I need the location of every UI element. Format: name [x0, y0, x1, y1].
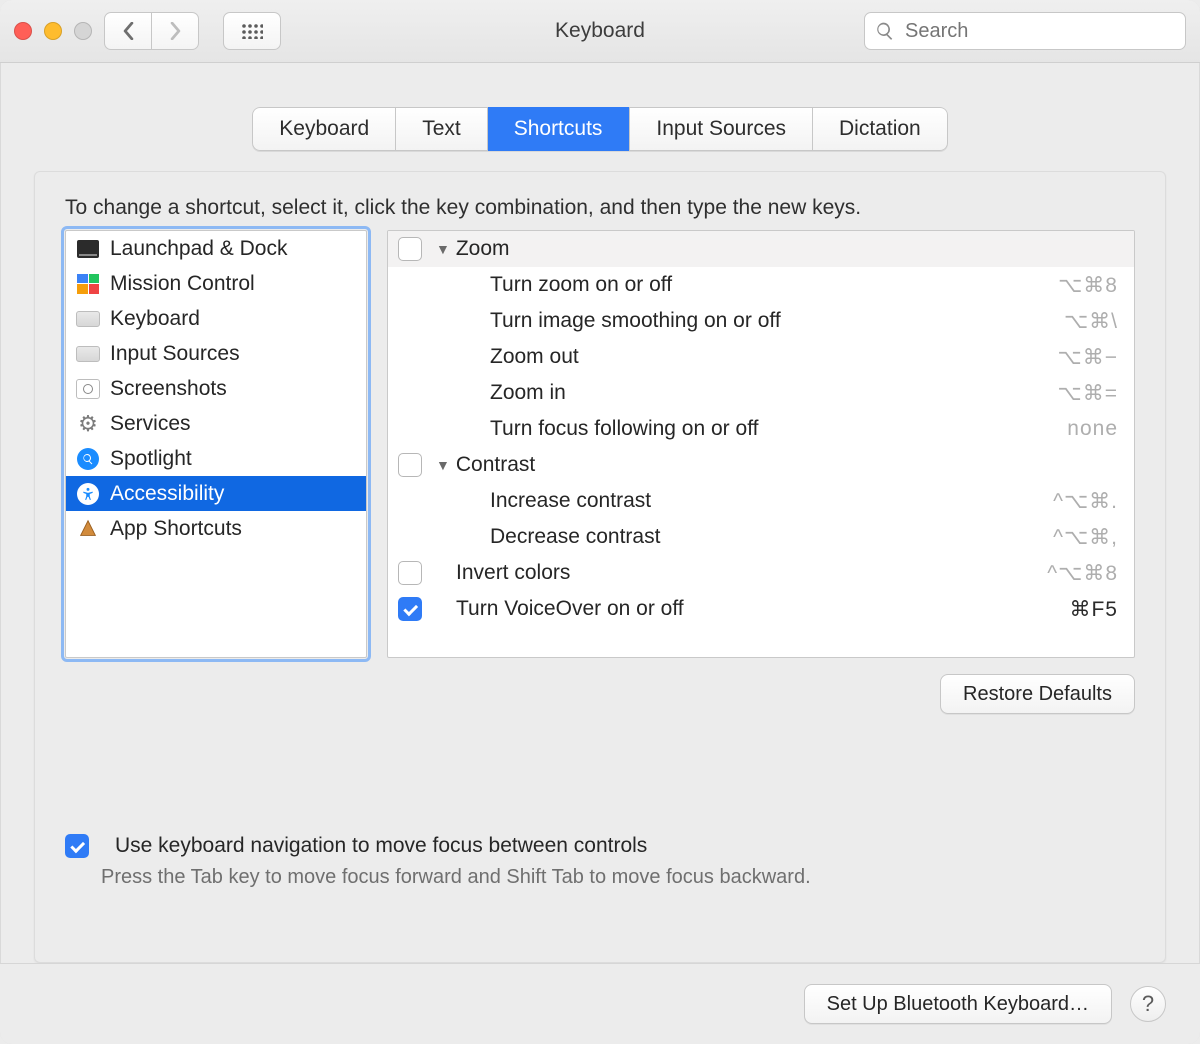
shortcut-row[interactable]: Increase contrast^⌥⌘.: [388, 483, 1134, 519]
shortcut-keys[interactable]: ⌥⌘−: [1058, 345, 1118, 370]
shortcut-label: Zoom out: [434, 345, 1058, 369]
keyboard-navigation-description: Press the Tab key to move focus forward …: [101, 866, 1135, 889]
category-keyboard[interactable]: Keyboard: [66, 301, 366, 336]
shortcut-row[interactable]: Turn image smoothing on or off⌥⌘\: [388, 303, 1134, 339]
shortcut-keys[interactable]: ^⌥⌘8: [1047, 561, 1118, 586]
preferences-window: Keyboard KeyboardTextShortcutsInput Sour…: [0, 0, 1200, 1044]
category-list[interactable]: Launchpad & Dock Mission Control Keyboard I…: [65, 230, 367, 658]
close-window-button[interactable]: [14, 22, 32, 40]
category-screenshots[interactable]: Screenshots: [66, 371, 366, 406]
tab-dictation[interactable]: Dictation: [813, 107, 948, 151]
shortcut-row[interactable]: Invert colors^⌥⌘8: [388, 555, 1134, 591]
keyboard-navigation-section: Use keyboard navigation to move focus be…: [65, 834, 1135, 889]
tab-bar: KeyboardTextShortcutsInput SourcesDictat…: [0, 63, 1200, 151]
spotlight-icon: [76, 447, 100, 471]
group-checkbox[interactable]: [398, 237, 422, 261]
shortcut-keys[interactable]: ⌘F5: [1069, 597, 1118, 622]
category-mission-control[interactable]: Mission Control: [66, 266, 366, 301]
instruction-text: To change a shortcut, select it, click t…: [65, 196, 1135, 220]
category-input-sources[interactable]: Input Sources: [66, 336, 366, 371]
keyboard-icon: [76, 342, 100, 366]
tab-text[interactable]: Text: [396, 107, 488, 151]
shortcut-keys[interactable]: ⌥⌘\: [1064, 309, 1118, 334]
shortcut-keys[interactable]: ⌥⌘=: [1058, 381, 1118, 406]
tab-shortcuts[interactable]: Shortcuts: [488, 107, 630, 151]
search-icon: [875, 21, 895, 41]
shortcut-row[interactable]: Turn focus following on or offnone: [388, 411, 1134, 447]
zoom-window-button[interactable]: [74, 22, 92, 40]
category-label: Keyboard: [110, 307, 200, 331]
keyboard-navigation-label: Use keyboard navigation to move focus be…: [115, 834, 647, 858]
launchpad-icon: [76, 237, 100, 261]
shortcut-group-zoom[interactable]: ▼ Zoom: [388, 231, 1134, 267]
category-label: Spotlight: [110, 447, 192, 471]
category-app-shortcuts[interactable]: App Shortcuts: [66, 511, 366, 546]
category-label: Mission Control: [110, 272, 255, 296]
disclosure-triangle-icon[interactable]: ▼: [436, 241, 450, 257]
shortcut-label: Invert colors: [456, 561, 1047, 585]
lists-row: Launchpad & Dock Mission Control Keyboard I…: [65, 230, 1135, 658]
category-launchpad-dock[interactable]: Launchpad & Dock: [66, 231, 366, 266]
shortcut-keys[interactable]: ^⌥⌘,: [1053, 525, 1118, 550]
shortcut-group-contrast[interactable]: ▼ Contrast: [388, 447, 1134, 483]
keyboard-icon: [76, 307, 100, 331]
shortcut-label: Turn zoom on or off: [434, 273, 1058, 297]
restore-defaults-label: Restore Defaults: [963, 683, 1112, 706]
shortcut-row[interactable]: Turn VoiceOver on or off⌘F5: [388, 591, 1134, 627]
app-icon: [76, 517, 100, 541]
category-label: Launchpad & Dock: [110, 237, 287, 261]
shortcuts-pane: To change a shortcut, select it, click t…: [34, 171, 1166, 963]
shortcut-checkbox[interactable]: [398, 561, 422, 585]
setup-bluetooth-label: Set Up Bluetooth Keyboard…: [827, 993, 1089, 1016]
search-field[interactable]: [864, 12, 1186, 50]
shortcut-keys[interactable]: ^⌥⌘.: [1053, 489, 1118, 514]
shortcut-row[interactable]: Decrease contrast^⌥⌘,: [388, 519, 1134, 555]
back-button[interactable]: [104, 12, 152, 50]
category-label: App Shortcuts: [110, 517, 242, 541]
category-services[interactable]: ⚙︎ Services: [66, 406, 366, 441]
titlebar: Keyboard: [0, 0, 1200, 63]
category-label: Accessibility: [110, 482, 224, 506]
forward-button[interactable]: [152, 12, 199, 50]
screenshot-icon: [76, 377, 100, 401]
search-input[interactable]: [903, 19, 1175, 44]
minimize-window-button[interactable]: [44, 22, 62, 40]
footer: Set Up Bluetooth Keyboard… ?: [0, 963, 1200, 1044]
gear-icon: ⚙︎: [76, 412, 100, 436]
category-label: Screenshots: [110, 377, 227, 401]
shortcut-keys[interactable]: none: [1067, 417, 1118, 441]
category-label: Input Sources: [110, 342, 240, 366]
tab-input-sources[interactable]: Input Sources: [629, 107, 813, 151]
mission-control-icon: [76, 272, 100, 296]
shortcut-checkbox[interactable]: [398, 597, 422, 621]
shortcut-list[interactable]: ▼ZoomTurn zoom on or off⌥⌘8Turn image sm…: [387, 230, 1135, 658]
restore-defaults-button[interactable]: Restore Defaults: [940, 674, 1135, 714]
shortcut-row[interactable]: Turn zoom on or off⌥⌘8: [388, 267, 1134, 303]
setup-bluetooth-keyboard-button[interactable]: Set Up Bluetooth Keyboard…: [804, 984, 1112, 1024]
shortcut-label: Turn VoiceOver on or off: [456, 597, 1069, 621]
shortcut-label: Increase contrast: [434, 489, 1053, 513]
shortcut-label: Turn focus following on or off: [434, 417, 1067, 441]
nav-buttons: [104, 12, 199, 50]
shortcut-keys[interactable]: ⌥⌘8: [1058, 273, 1118, 298]
accessibility-icon: [76, 482, 100, 506]
group-label: Contrast: [456, 453, 1118, 477]
category-spotlight[interactable]: Spotlight: [66, 441, 366, 476]
disclosure-triangle-icon[interactable]: ▼: [436, 457, 450, 473]
keyboard-navigation-checkbox[interactable]: [65, 834, 89, 858]
show-all-button[interactable]: [223, 12, 281, 50]
category-accessibility[interactable]: Accessibility: [66, 476, 366, 511]
shortcut-row[interactable]: Zoom out⌥⌘−: [388, 339, 1134, 375]
tab-keyboard[interactable]: Keyboard: [252, 107, 396, 151]
help-button[interactable]: ?: [1130, 986, 1166, 1022]
shortcut-label: Zoom in: [434, 381, 1058, 405]
category-label: Services: [110, 412, 191, 436]
shortcut-label: Decrease contrast: [434, 525, 1053, 549]
shortcut-label: Turn image smoothing on or off: [434, 309, 1064, 333]
window-controls: [14, 22, 92, 40]
shortcut-row[interactable]: Zoom in⌥⌘=: [388, 375, 1134, 411]
group-checkbox[interactable]: [398, 453, 422, 477]
group-label: Zoom: [456, 237, 1118, 261]
